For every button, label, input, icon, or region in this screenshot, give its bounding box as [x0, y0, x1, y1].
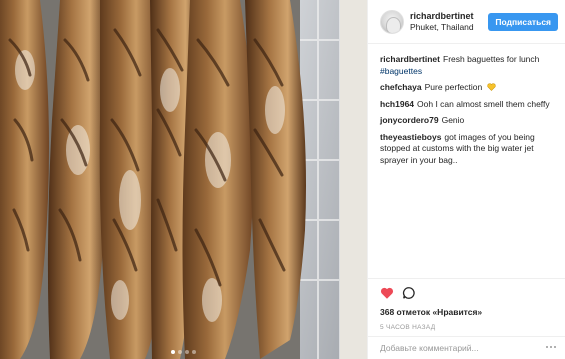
caption-text: Fresh baguettes for lunch [443, 54, 540, 64]
caption: richardbertinet Fresh baguettes for lunch… [380, 54, 558, 77]
yellow-heart-icon [486, 83, 496, 91]
comment-username[interactable]: chefchaya [380, 82, 422, 92]
carousel-dot[interactable] [185, 350, 189, 354]
heart-icon[interactable] [380, 286, 394, 300]
post-location[interactable]: Phuket, Thailand [410, 22, 488, 33]
more-options-icon[interactable] [546, 346, 558, 350]
list-item: theyeastieboys got images of you being st… [380, 132, 558, 167]
carousel-dot[interactable] [178, 350, 182, 354]
author-username[interactable]: richardbertinet [410, 11, 488, 22]
comment-text: Pure perfection [424, 82, 483, 92]
carousel-dot[interactable] [171, 350, 175, 354]
caption-username[interactable]: richardbertinet [380, 54, 440, 64]
comment-text: Ooh I can almost smell them cheffy [417, 98, 550, 109]
instagram-post: richardbertinet Phuket, Thailand Подписа… [0, 0, 565, 359]
follow-button[interactable]: Подписаться [488, 12, 558, 31]
comment-username[interactable]: theyeastieboys [380, 132, 441, 142]
list-item: chefchaya Pure perfection [380, 82, 558, 94]
list-item: hch1964 Ooh I can almost smell them cheff… [380, 99, 558, 111]
comment-box: Добавьте комментарий... [368, 336, 565, 359]
comment-input[interactable]: Добавьте комментарий... [380, 343, 546, 353]
post-timestamp[interactable]: 5 часов назад [380, 324, 554, 331]
hashtag-link[interactable]: #baguettes [380, 66, 558, 78]
post-sidebar: richardbertinet Phuket, Thailand Подписа… [367, 0, 565, 359]
avatar[interactable] [380, 9, 404, 34]
comment-icon[interactable] [402, 286, 416, 300]
author-info: richardbertinet Phuket, Thailand [410, 11, 488, 33]
action-icons [380, 283, 554, 303]
post-photo[interactable] [0, 0, 367, 359]
post-actions: 368 отметок «Нравится» 5 часов назад [368, 278, 565, 331]
list-item: jonycordero79 Genio [380, 115, 558, 127]
carousel-dots [0, 350, 367, 354]
comments-list: richardbertinet Fresh baguettes for lunch… [380, 54, 558, 171]
likes-count[interactable]: 368 отметок «Нравится» [380, 307, 554, 317]
baguettes-image [0, 0, 367, 359]
carousel-dot[interactable] [192, 350, 196, 354]
comment-text: Genio [441, 115, 465, 125]
comment-username[interactable]: hch1964 [380, 99, 414, 109]
comment-username[interactable]: jonycordero79 [380, 115, 439, 125]
post-header: richardbertinet Phuket, Thailand Подписа… [368, 0, 565, 44]
